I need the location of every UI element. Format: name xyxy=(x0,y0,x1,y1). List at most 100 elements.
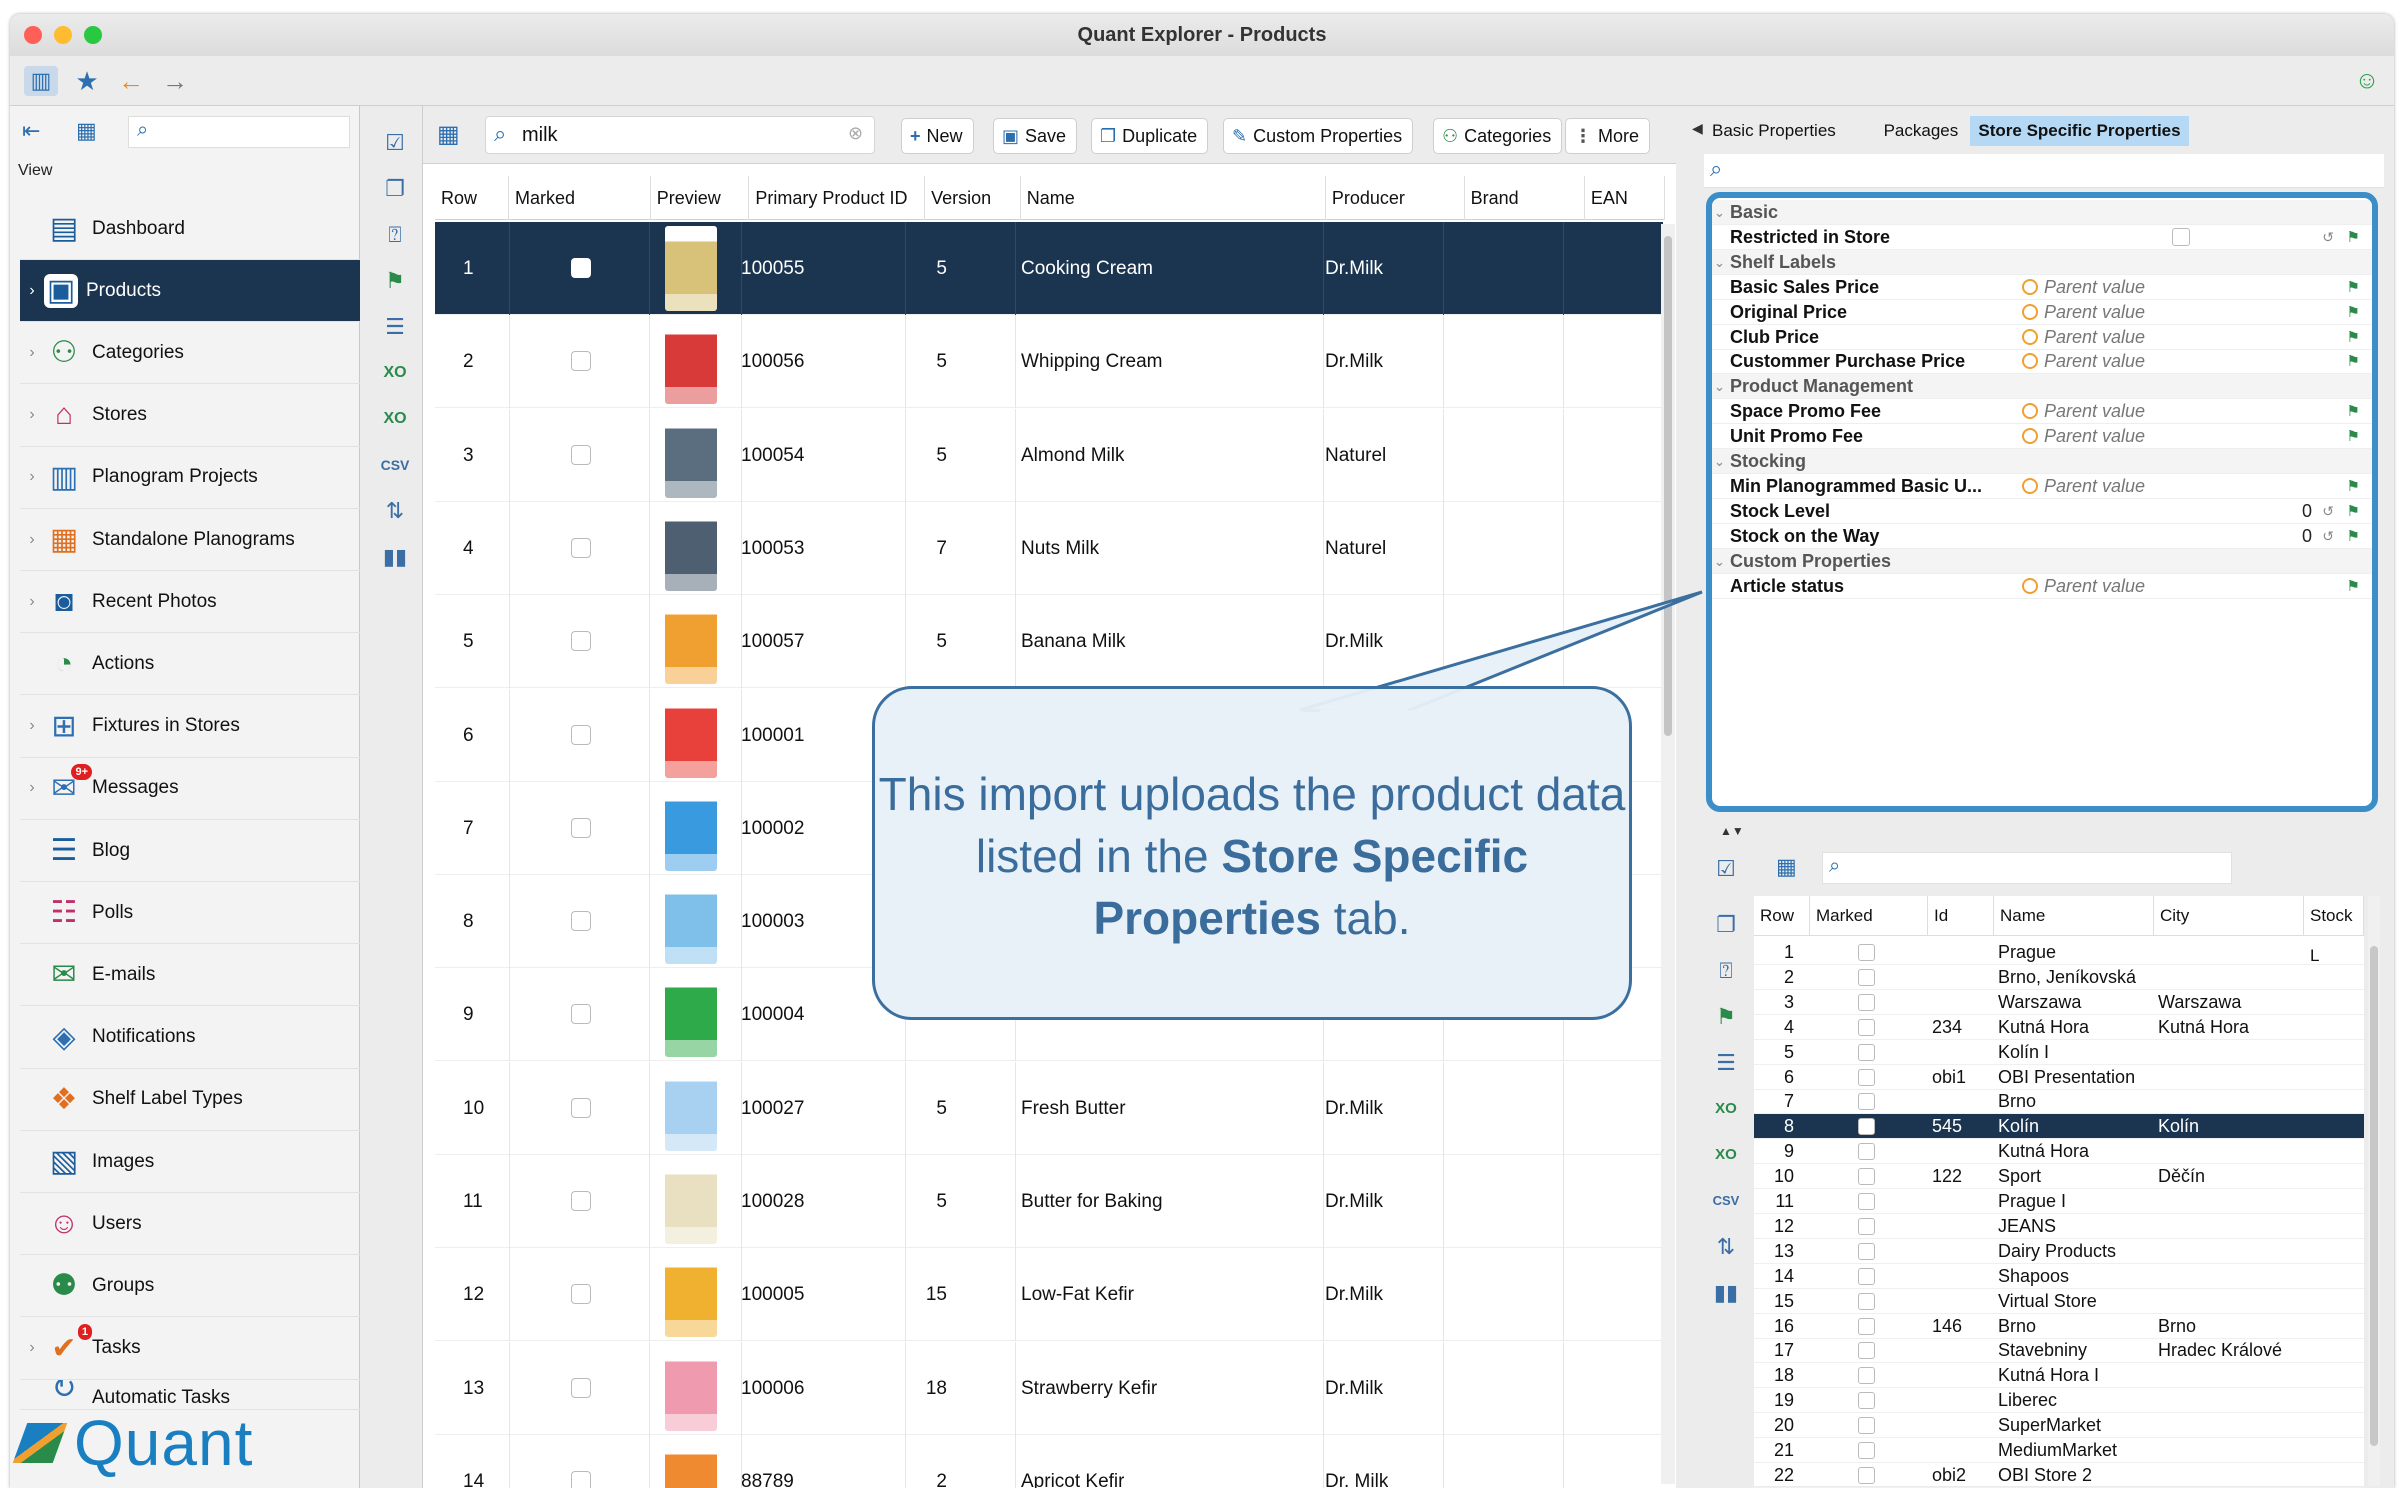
column-header-producer[interactable]: Producer xyxy=(1326,176,1465,220)
restricted-checkbox[interactable] xyxy=(2172,227,2190,246)
mark-all-icon[interactable]: ☑ xyxy=(1710,854,1742,884)
custom-properties-button[interactable]: ✎ Custom Properties xyxy=(1223,118,1414,154)
marked-checkbox[interactable] xyxy=(571,817,591,838)
store-marked-checkbox[interactable] xyxy=(1858,1068,1875,1086)
sidebar-search-input[interactable]: ⌕ xyxy=(128,116,350,148)
store-row[interactable]: 1 Prague xyxy=(1754,940,2364,965)
store-row[interactable]: 14 Shapoos xyxy=(1754,1264,2364,1289)
property-row[interactable]: Article status Parent value ⚑ xyxy=(1712,574,2372,599)
list-icon[interactable]: ☰ xyxy=(378,312,412,342)
store-marked-checkbox[interactable] xyxy=(1858,1292,1875,1310)
property-row[interactable]: Unit Promo Fee Parent value ⚑ xyxy=(1712,424,2372,450)
store-marked-checkbox[interactable] xyxy=(1858,1217,1875,1235)
store-row[interactable]: 19 Liberec xyxy=(1754,1388,2364,1414)
store-marked-checkbox[interactable] xyxy=(1858,1392,1875,1410)
property-number[interactable]: 0 xyxy=(2302,524,2312,549)
property-row[interactable]: Restricted in Store ↺ ⚑ xyxy=(1712,225,2372,250)
sort-icon[interactable]: ⇅ xyxy=(1710,1232,1742,1262)
store-marked-checkbox[interactable] xyxy=(1858,1267,1875,1285)
table-row[interactable]: 12 100005 15 Low-Fat Kefir Dr.Milk xyxy=(435,1248,1663,1342)
store-marked-checkbox[interactable] xyxy=(1858,1168,1875,1186)
property-row[interactable]: Basic Sales Price Parent value ⚑ xyxy=(1712,275,2372,300)
sidebar-item-blog[interactable]: ☰ Blog xyxy=(20,820,360,882)
clear-search-icon[interactable]: ⊗ xyxy=(848,123,863,144)
sidebar-item-groups[interactable]: ⚉ Groups xyxy=(20,1255,360,1318)
store-row[interactable]: 6 obi1 OBI Presentation xyxy=(1754,1065,2364,1090)
column-header-marked[interactable]: Marked xyxy=(509,176,651,220)
flag-icon[interactable]: ⚑ xyxy=(2347,524,2360,549)
property-row[interactable]: Stock on the Way 0 ↺ ⚑ xyxy=(1712,524,2372,549)
marked-checkbox[interactable] xyxy=(571,724,591,745)
store-marked-checkbox[interactable] xyxy=(1858,1118,1875,1136)
store-row[interactable]: 2 Brno, Jeníkovská xyxy=(1754,965,2364,990)
chevron-right-icon[interactable]: › xyxy=(20,531,44,549)
flag-icon[interactable]: ⚑ xyxy=(2347,325,2360,350)
store-marked-checkbox[interactable] xyxy=(1858,993,1875,1011)
marked-checkbox[interactable] xyxy=(571,911,591,932)
flag-icon[interactable]: ⚑ xyxy=(378,266,412,296)
sidebar-item-messages[interactable]: › ✉ 9+ Messages xyxy=(20,758,360,820)
chevron-right-icon[interactable]: › xyxy=(20,1339,44,1357)
property-group-stocking[interactable]: ⌄ Stocking xyxy=(1712,449,2372,474)
sidebar-item-polls[interactable]: ☷ Polls xyxy=(20,882,360,945)
property-value[interactable]: Parent value xyxy=(2022,349,2145,374)
mark-all-icon[interactable]: ☑ xyxy=(378,128,412,158)
chart-icon[interactable]: ▮▮ xyxy=(378,542,412,572)
marked-checkbox[interactable] xyxy=(571,1004,591,1025)
sidebar-item-standalone-planograms[interactable]: › ▦ Standalone Planograms xyxy=(20,509,360,571)
splitter-arrows-icon[interactable]: ▲▼ xyxy=(1720,824,1744,838)
forward-arrow-icon[interactable]: → xyxy=(158,66,192,96)
chevron-right-icon[interactable]: › xyxy=(20,282,44,300)
property-row[interactable]: Original Price Parent value ⚑ xyxy=(1712,300,2372,325)
table-row[interactable]: 3 100054 5 Almond Milk Naturel xyxy=(435,408,1663,502)
store-row[interactable]: 12 JEANS xyxy=(1754,1214,2364,1239)
copy-icon[interactable]: ❐ xyxy=(1710,910,1742,940)
sidebar-toggle-icon[interactable]: ▥ xyxy=(24,66,58,96)
store-row[interactable]: 5 Kolín I xyxy=(1754,1040,2364,1065)
flag-icon[interactable]: ⚑ xyxy=(2347,574,2360,599)
store-column-header-marked[interactable]: Marked xyxy=(1810,896,1928,936)
store-marked-checkbox[interactable] xyxy=(1858,1442,1875,1459)
duplicate-button[interactable]: ❐ Duplicate xyxy=(1091,118,1209,154)
property-value[interactable]: Parent value xyxy=(2022,474,2145,499)
reset-icon[interactable]: ↺ xyxy=(2322,499,2334,524)
xo-export-icon[interactable]: XO xyxy=(378,404,412,434)
column-header-preview[interactable]: Preview xyxy=(651,176,750,220)
table-row[interactable]: 14 88789 2 Apricot Kefir Dr. Milk xyxy=(435,1434,1663,1488)
sort-icon[interactable]: ⇅ xyxy=(378,496,412,526)
table-row[interactable]: 11 100028 5 Butter for Baking Dr.Milk xyxy=(435,1155,1663,1248)
property-row[interactable]: Min Planogrammed Basic U... Parent value ⚑ xyxy=(1712,474,2372,499)
store-column-header-city[interactable]: City xyxy=(2154,896,2304,936)
property-value[interactable]: Parent value xyxy=(2022,275,2145,300)
chevron-right-icon[interactable]: › xyxy=(20,593,44,611)
store-row[interactable]: 3 Warszawa Warszawa xyxy=(1754,990,2364,1015)
table-row[interactable]: 2 100056 5 Whipping Cream Dr.Milk xyxy=(435,315,1663,409)
reset-icon[interactable]: ↺ xyxy=(2322,524,2334,549)
new-button[interactable]: + New xyxy=(901,118,974,154)
store-marked-checkbox[interactable] xyxy=(1858,1143,1875,1161)
marked-checkbox[interactable] xyxy=(571,1377,591,1398)
property-value[interactable]: Parent value xyxy=(2022,574,2145,599)
marked-checkbox[interactable] xyxy=(571,444,591,465)
store-row[interactable]: 10 122 Sport Děčín xyxy=(1754,1164,2364,1190)
marked-checkbox[interactable] xyxy=(571,258,591,278)
column-header-ean[interactable]: EAN xyxy=(1585,176,1665,220)
table-row[interactable]: 13 100006 18 Strawberry Kefir Dr.Milk xyxy=(435,1341,1663,1435)
more-button[interactable]: ⋮ More xyxy=(1565,118,1651,154)
products-scrollbar[interactable] xyxy=(1661,224,1675,1484)
property-group-basic[interactable]: ⌄ Basic xyxy=(1712,200,2372,225)
zoom-window-button[interactable] xyxy=(84,26,102,44)
property-value[interactable]: Parent value xyxy=(2022,424,2145,449)
property-row[interactable]: Space Promo Fee Parent value ⚑ xyxy=(1712,399,2372,425)
help-icon[interactable]: ⍰ xyxy=(378,220,412,250)
copy-icon[interactable]: ❐ xyxy=(378,174,412,204)
property-value[interactable]: Parent value xyxy=(2022,325,2145,350)
marked-checkbox[interactable] xyxy=(571,1097,591,1118)
store-marked-checkbox[interactable] xyxy=(1858,1043,1875,1061)
marked-checkbox[interactable] xyxy=(571,1191,591,1211)
chevron-right-icon[interactable]: › xyxy=(20,717,44,735)
xo-grid-icon[interactable]: XO xyxy=(1710,1094,1742,1124)
store-row[interactable]: 13 Dairy Products xyxy=(1754,1239,2364,1264)
sidebar-item-planogram-projects[interactable]: › ▥ Planogram Projects xyxy=(20,447,360,509)
flag-icon[interactable]: ⚑ xyxy=(2347,349,2360,374)
